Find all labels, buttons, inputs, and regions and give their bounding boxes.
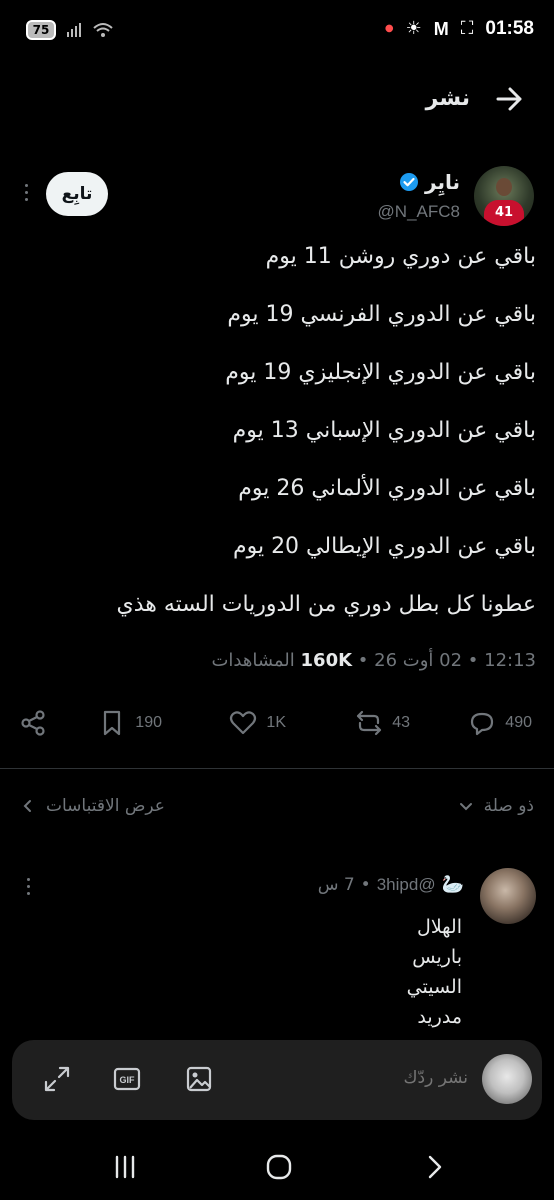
chevron-left-icon xyxy=(23,800,31,812)
reply-line: مدريد xyxy=(417,1006,462,1028)
system-nav-bar xyxy=(0,1140,554,1200)
expand-icon[interactable] xyxy=(42,1064,72,1094)
tweet-line: باقي عن الدوري الإسباني 13 يوم xyxy=(232,418,536,443)
page-title: نشر xyxy=(425,86,470,111)
verified-badge-icon xyxy=(400,173,419,191)
repost-icon xyxy=(357,710,382,736)
reply-line: السيتي xyxy=(406,976,462,998)
tweet-date: 02 أوت 26 xyxy=(374,650,463,671)
swan-icon: 🦢 xyxy=(441,874,464,895)
like-action[interactable]: 1K xyxy=(228,708,286,738)
bookmark-action[interactable]: 190 xyxy=(97,708,162,738)
reply-more-options-icon[interactable] xyxy=(24,878,32,900)
reply-handle: @3hipd xyxy=(376,874,436,894)
svg-text:GIF: GIF xyxy=(120,1075,136,1085)
repost-count: 43 xyxy=(392,714,410,731)
signal-icon xyxy=(67,23,81,37)
status-right: ● ☀ M ⛶ 01:58 xyxy=(385,18,534,40)
reply-composer: GIF xyxy=(12,1040,542,1120)
brightness-icon: ☀ xyxy=(405,18,422,39)
reply-avatar[interactable] xyxy=(480,868,536,924)
back-icon[interactable] xyxy=(420,1152,450,1182)
tweet-line: باقي عن دوري روشن 11 يوم xyxy=(265,244,536,269)
relevant-dropdown[interactable]: ذو صلة xyxy=(458,796,534,816)
relevant-label: ذو صلة xyxy=(483,796,534,816)
meta-separator: • xyxy=(360,874,371,895)
tweet-line: باقي عن الدوري الإنجليزي 19 يوم xyxy=(225,360,536,385)
reply-input[interactable] xyxy=(318,1068,468,1088)
author-avatar[interactable]: 41 xyxy=(474,166,534,226)
reply-item[interactable]: 🦢 @3hipd • 7 س الهلال باريس السيتي مدريد xyxy=(0,868,554,1038)
view-quotes-link[interactable]: عرض الاقتباسات xyxy=(20,796,165,816)
like-count: 1K xyxy=(266,714,286,731)
meta-separator: • xyxy=(462,650,479,671)
reply-icon xyxy=(471,712,494,736)
views-count[interactable]: 160K xyxy=(301,650,353,671)
back-arrow-icon[interactable] xyxy=(494,84,524,114)
notification-dot-icon: ● xyxy=(384,23,394,34)
views-label: المشاهدات xyxy=(211,650,295,671)
related-row: ذو صلة عرض الاقتباسات xyxy=(0,792,554,826)
status-time: 01:58 xyxy=(485,18,534,39)
tweet-line: باقي عن الدوري الفرنسي 19 يوم xyxy=(227,302,536,327)
tweet-header: 41 نايِر @N_AFC8 تابِع xyxy=(0,166,554,230)
home-icon[interactable] xyxy=(264,1152,294,1182)
reply-text: الهلال باريس السيتي مدريد xyxy=(407,912,462,1032)
reply-count: 490 xyxy=(505,714,532,731)
composer-avatar xyxy=(482,1054,532,1104)
tweet-meta: 12:13 • 02 أوت 26 • 160K المشاهدات xyxy=(211,650,536,671)
divider xyxy=(0,768,554,769)
gif-icon[interactable]: GIF xyxy=(112,1064,142,1094)
avatar-head-shape xyxy=(496,178,512,196)
follow-button[interactable]: تابِع xyxy=(46,172,108,216)
screenshot-icon: ⛶ xyxy=(460,18,474,39)
wifi-icon xyxy=(93,23,113,37)
more-options-icon[interactable] xyxy=(22,184,30,206)
reply-line: باريس xyxy=(412,946,462,968)
reply-action[interactable]: 490 xyxy=(467,708,532,738)
avatar-shirt-shape: 41 xyxy=(484,200,524,226)
status-left: 75 xyxy=(26,20,114,40)
repost-action[interactable]: 43 xyxy=(354,708,410,738)
recent-apps-icon[interactable] xyxy=(110,1152,140,1182)
share-action[interactable] xyxy=(18,708,48,738)
gmail-icon: M xyxy=(433,19,449,39)
tweet-time: 12:13 xyxy=(484,650,536,671)
status-bar: 75 ● ☀ M ⛶ 01:58 xyxy=(0,0,554,62)
share-icon xyxy=(21,710,45,736)
bookmark-count: 190 xyxy=(135,714,162,731)
reply-time: 7 س xyxy=(317,874,355,895)
tweet-line: باقي عن الدوري الألماني 26 يوم xyxy=(238,476,536,501)
tweet-actions: 490 43 1K 190 xyxy=(0,708,554,748)
author-handle: @N_AFC8 xyxy=(377,202,460,221)
bookmark-icon xyxy=(104,710,121,736)
tweet-line: باقي عن الدوري الإيطالي 20 يوم xyxy=(232,534,536,559)
author-name: نايِر xyxy=(425,170,460,194)
author-name-row[interactable]: نايِر xyxy=(399,170,460,194)
image-icon[interactable] xyxy=(184,1064,214,1094)
tweet-text: باقي عن دوري روشن 11 يوم باقي عن الدوري … xyxy=(16,242,536,648)
top-header: نشر xyxy=(0,74,554,124)
reply-line: الهلال xyxy=(417,916,462,938)
heart-icon xyxy=(230,711,257,735)
chevron-down-icon xyxy=(459,803,472,811)
meta-separator: • xyxy=(352,650,369,671)
battery-indicator: 75 xyxy=(26,20,56,40)
tweet-line: عطونا كل بطل دوري من الدوريات السته هذي xyxy=(116,592,536,617)
quotes-label: عرض الاقتباسات xyxy=(46,796,165,816)
reply-header: 🦢 @3hipd • 7 س xyxy=(318,874,464,895)
